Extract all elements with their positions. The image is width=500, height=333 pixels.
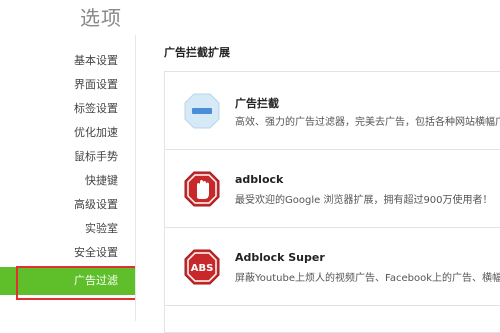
sidebar-item-lab[interactable]: 实验室 (85, 217, 118, 241)
stop-hand-icon (183, 170, 221, 208)
abs-stop-icon: ABS (183, 248, 221, 286)
extension-card-adblock-cn[interactable]: 广告拦截 高效、强力的广告过滤器，完美去广告，包括各种网站横幅广告， (165, 72, 500, 150)
extension-name: Adblock Super (235, 251, 325, 264)
extension-description: 屏蔽Youtube上烦人的视频广告、Facebook上的广告、横幅广告 (235, 273, 500, 284)
extension-list: 广告拦截 高效、强力的广告过滤器，完美去广告，包括各种网站横幅广告， adblo… (164, 71, 500, 333)
extension-card-adblock-super[interactable]: ABS Adblock Super 屏蔽Youtube上烦人的视频广告、Face… (165, 228, 500, 306)
extension-name: adblock (235, 173, 284, 186)
extension-name: 广告拦截 (235, 97, 279, 110)
section-title: 广告拦截扩展 (164, 46, 230, 59)
sidebar-item-security[interactable]: 安全设置 (74, 241, 118, 265)
sidebar-item-tabs[interactable]: 标签设置 (74, 97, 118, 121)
minus-badge-icon (183, 92, 221, 130)
sidebar-item-optimize[interactable]: 优化加速 (74, 121, 118, 145)
main-panel: 广告拦截扩展 广告拦截 高效、强力的广告过滤器，完美去广告，包括各种网站横幅广告… (136, 35, 500, 333)
sidebar-item-basic[interactable]: 基本设置 (74, 49, 118, 73)
sidebar-item-mouse-gestures[interactable]: 鼠标手势 (74, 145, 118, 169)
extension-card-adblock[interactable]: adblock 最受欢迎的Google 浏览器扩展，拥有超过900万使用者！ (165, 150, 500, 228)
page-title: 选项 (80, 6, 122, 30)
sidebar-item-shortcuts[interactable]: 快捷键 (85, 169, 118, 193)
extension-description: 最受欢迎的Google 浏览器扩展，拥有超过900万使用者！ (235, 195, 493, 206)
highlight-box (16, 266, 144, 300)
extension-description: 高效、强力的广告过滤器，完美去广告，包括各种网站横幅广告， (235, 117, 500, 128)
sidebar-item-advanced[interactable]: 高级设置 (74, 193, 118, 217)
sidebar-item-interface[interactable]: 界面设置 (74, 73, 118, 97)
svg-text:ABS: ABS (191, 263, 214, 274)
